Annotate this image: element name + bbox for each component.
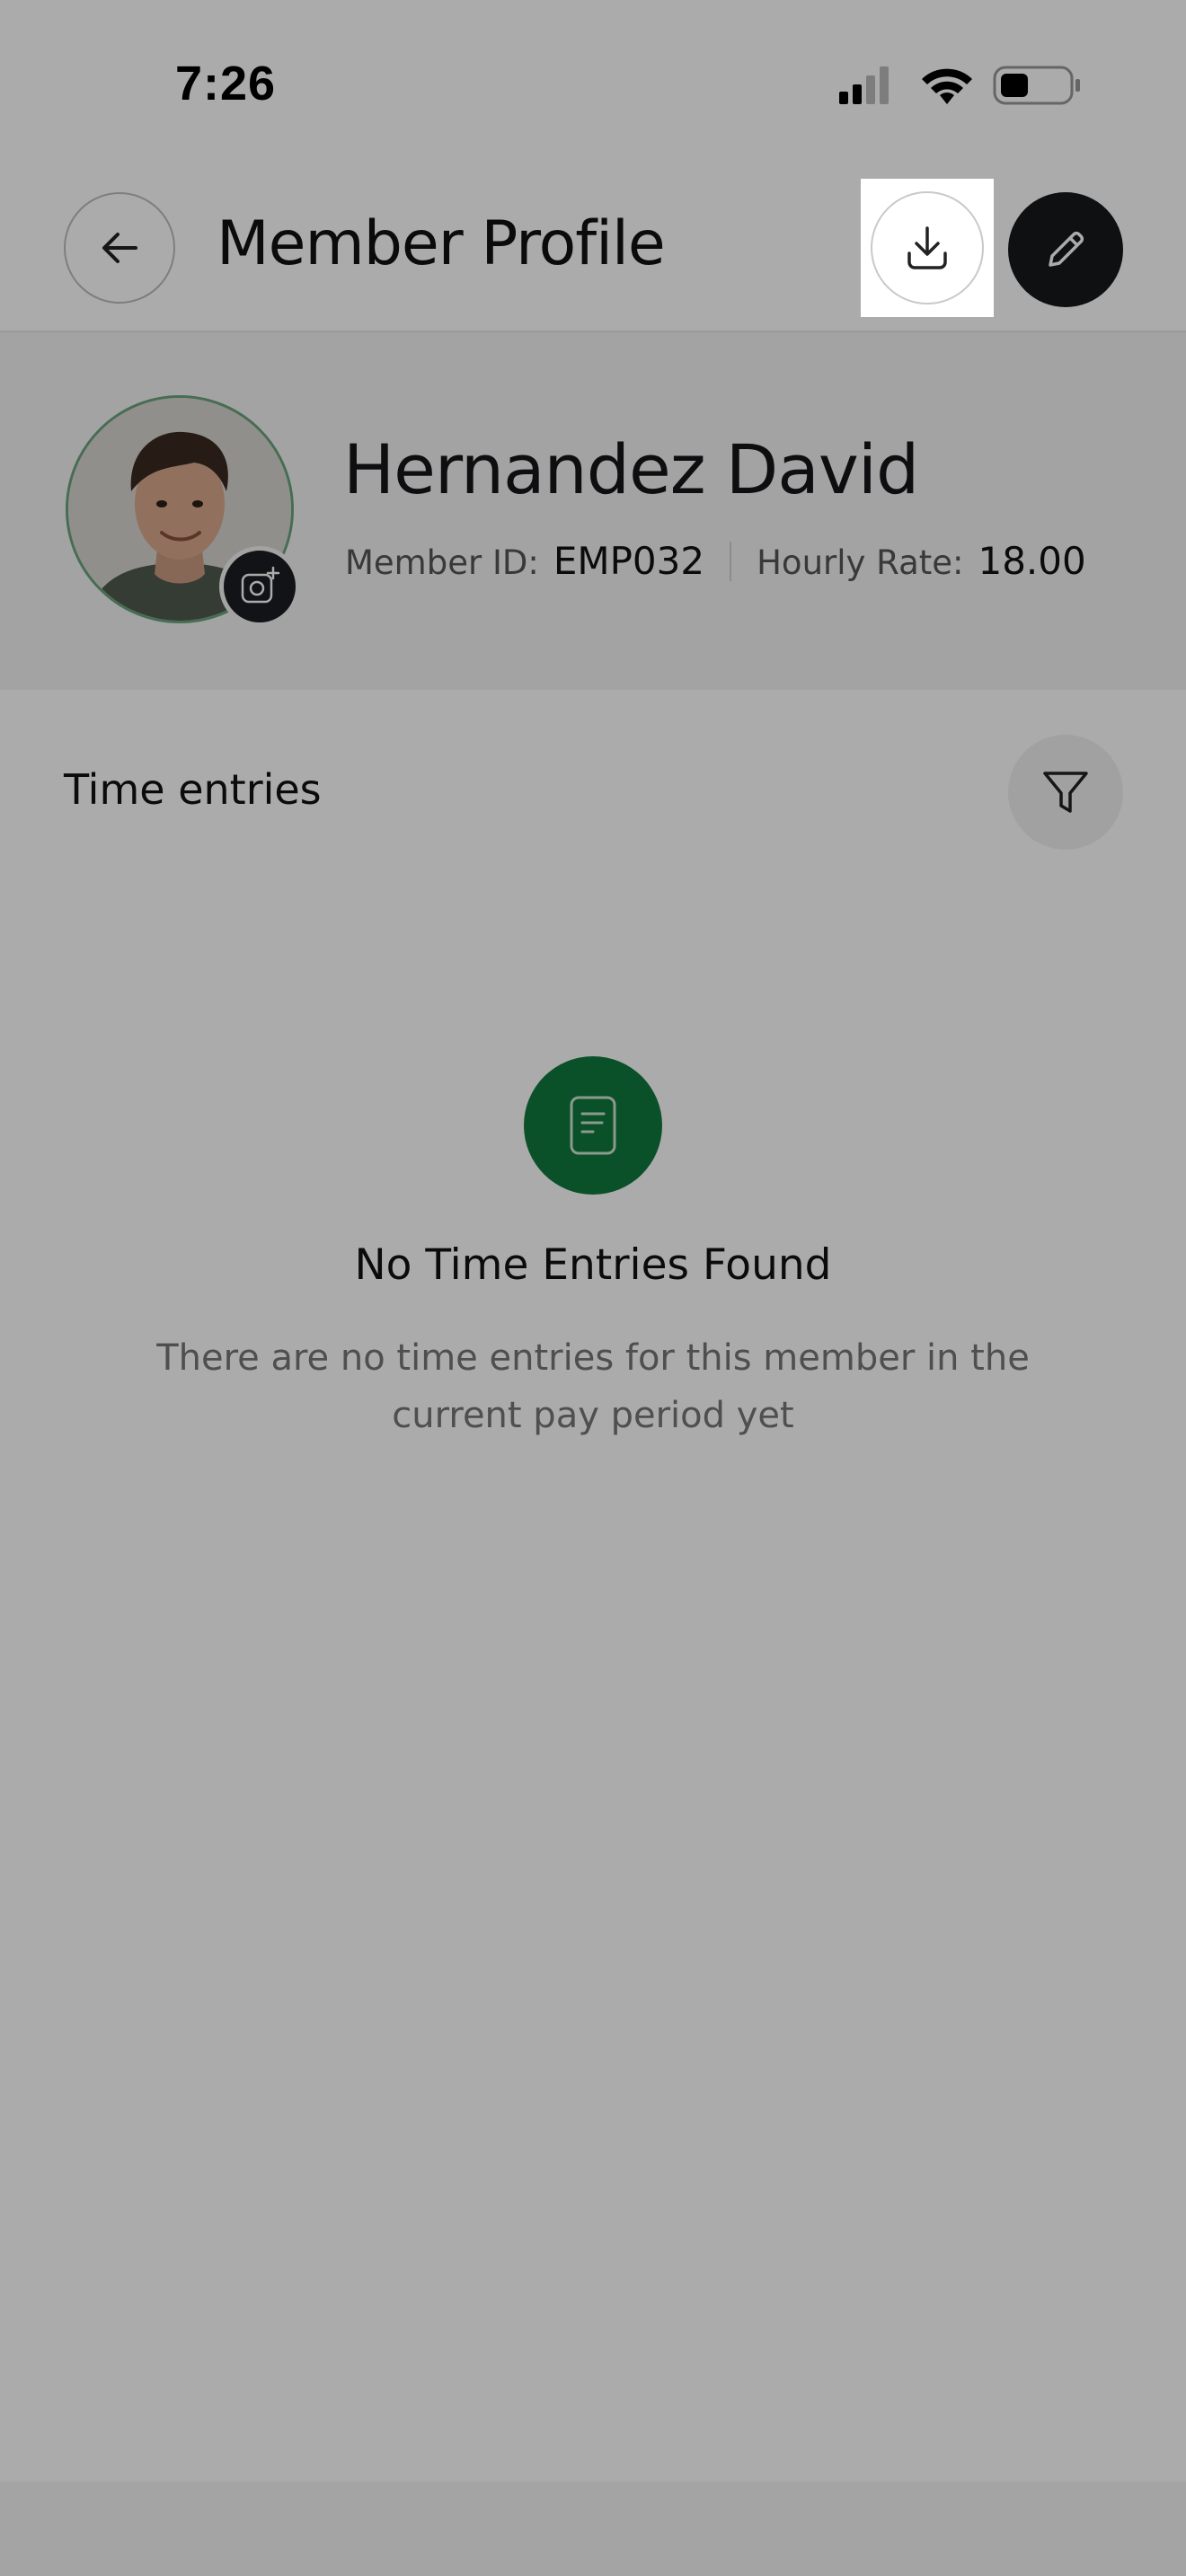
download-button[interactable]	[871, 191, 984, 304]
arrow-left-icon	[102, 233, 137, 263]
status-time: 7:26	[175, 57, 277, 110]
member-profile-screen: 7:26 Member Profile Hernandez David Memb…	[0, 0, 1186, 2576]
pencil-icon	[1049, 231, 1084, 267]
member-name: Hernandez David	[343, 429, 919, 509]
section-title: Time entries	[64, 765, 322, 814]
camera-plus-icon	[241, 566, 280, 604]
edit-button[interactable]	[1008, 192, 1123, 307]
status-icons	[839, 66, 1080, 105]
wifi-icon	[922, 68, 972, 104]
empty-state-description: There are no time entries for this membe…	[156, 1337, 1030, 1436]
filter-icon	[1043, 772, 1088, 813]
header-area	[0, 0, 1186, 331]
meta-separator	[730, 541, 732, 581]
time-entries-area	[0, 690, 1186, 2482]
hourly-rate-value: 18.00	[978, 539, 1086, 583]
member-id-label: Member ID:	[345, 543, 539, 582]
hourly-rate-label: Hourly Rate:	[757, 543, 964, 582]
empty-state-icon	[524, 1056, 662, 1195]
cellular-signal-icon	[839, 66, 889, 104]
battery-icon	[993, 66, 1080, 105]
document-icon	[570, 1096, 616, 1155]
member-id-value: EMP032	[553, 539, 705, 583]
empty-state-title: No Time Entries Found	[354, 1240, 832, 1290]
bottom-bar-area	[0, 2482, 1186, 2576]
download-highlight	[861, 179, 994, 317]
back-button[interactable]	[64, 192, 175, 304]
member-meta: Member ID: EMP032 Hourly Rate: 18.00	[345, 539, 1086, 583]
download-icon	[907, 226, 947, 269]
page-title: Member Profile	[217, 208, 666, 279]
change-photo-button[interactable]	[219, 546, 300, 627]
divider	[0, 331, 1186, 332]
filter-button[interactable]	[1008, 735, 1123, 850]
